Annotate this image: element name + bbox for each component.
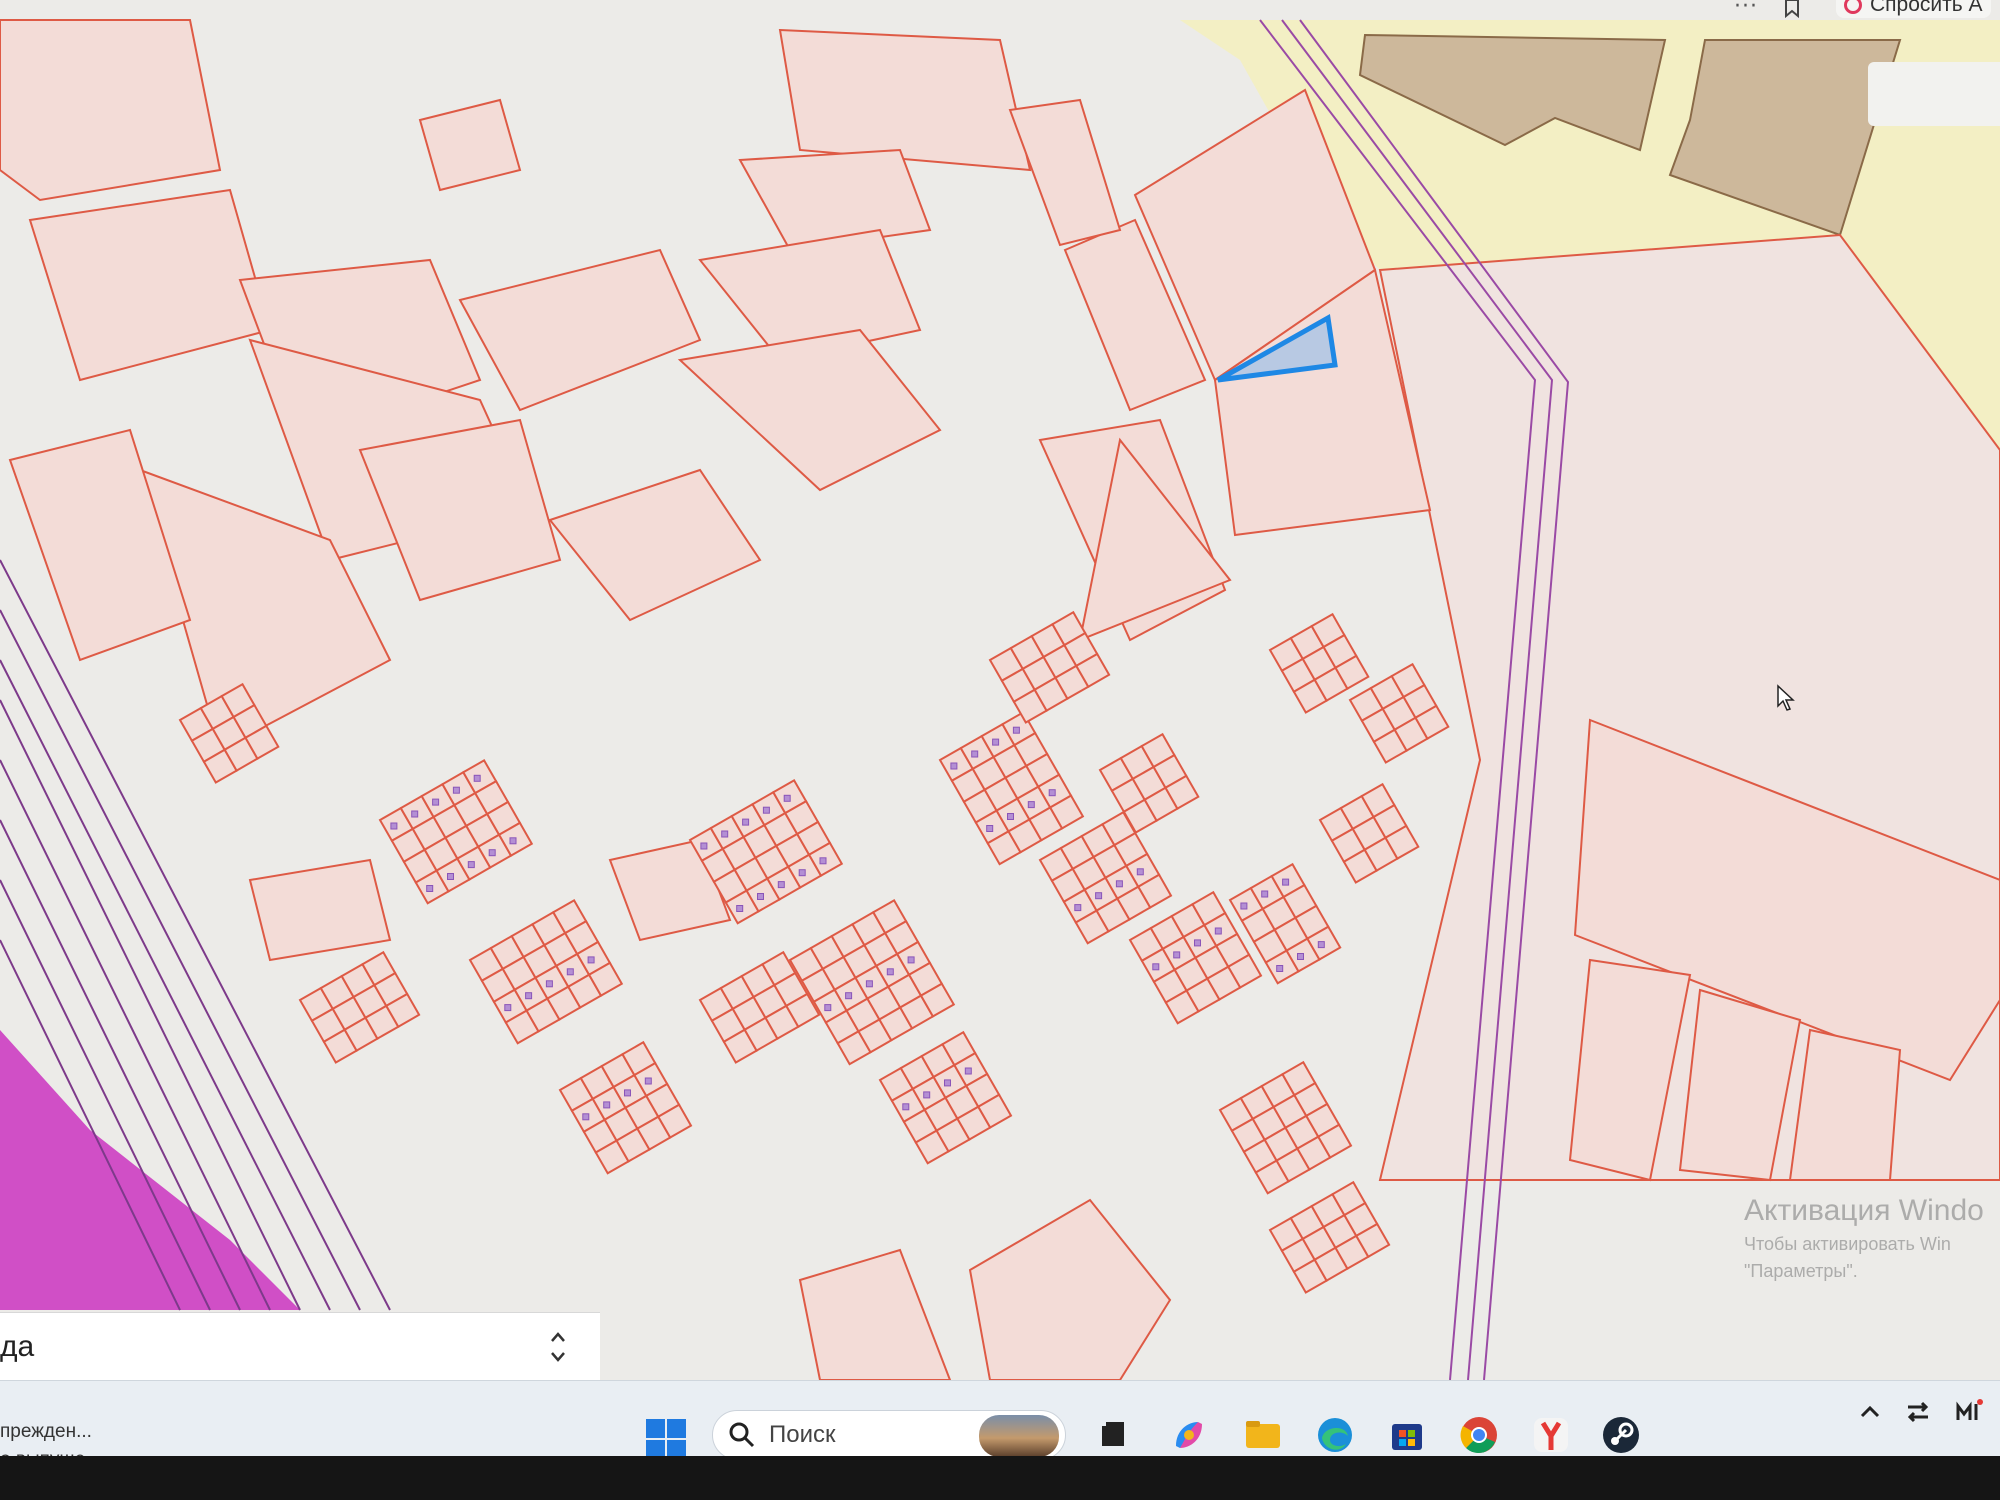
building xyxy=(624,1089,631,1097)
building xyxy=(783,794,791,802)
watermark-line: Чтобы активировать Win xyxy=(1744,1234,1951,1254)
building xyxy=(1317,941,1325,949)
building xyxy=(452,786,460,794)
building xyxy=(1095,892,1103,900)
building xyxy=(545,980,553,988)
task-view-icon[interactable] xyxy=(1090,1412,1136,1458)
yandex-browser-icon[interactable] xyxy=(1528,1412,1574,1458)
building xyxy=(1012,726,1020,734)
search-icon xyxy=(729,1422,755,1448)
cadastral-map[interactable]: ··· Спросить А да Активация Windo Чтобы … xyxy=(0,0,2000,1380)
building xyxy=(757,893,764,900)
steam-icon[interactable] xyxy=(1598,1412,1644,1458)
building xyxy=(1074,904,1082,912)
building xyxy=(819,857,827,865)
building xyxy=(426,885,434,892)
building xyxy=(964,1067,972,1075)
map-canvas[interactable] xyxy=(0,0,2000,1380)
building xyxy=(1136,868,1144,876)
building xyxy=(1261,890,1269,898)
building xyxy=(488,849,496,857)
building xyxy=(390,822,398,830)
building xyxy=(525,992,533,1000)
building xyxy=(1282,878,1290,886)
screen-bezel xyxy=(0,1456,2000,1500)
layer-select-value: да xyxy=(0,1329,35,1363)
search-placeholder: Поиск xyxy=(769,1421,836,1448)
building xyxy=(944,1079,951,1087)
building xyxy=(992,738,1000,746)
building xyxy=(721,830,729,838)
building xyxy=(1048,789,1056,797)
building xyxy=(950,762,958,770)
building xyxy=(907,956,915,964)
alice-icon xyxy=(1844,0,1862,14)
input-indicator-icon[interactable] xyxy=(1952,1396,1984,1428)
building xyxy=(736,905,744,912)
side-panel[interactable] xyxy=(1868,62,2000,126)
building xyxy=(1214,927,1222,935)
building xyxy=(845,992,853,1000)
building xyxy=(432,798,440,806)
building xyxy=(447,873,454,880)
taskbar-search[interactable]: Поиск xyxy=(712,1410,1066,1460)
ask-ai-label: Спросить А xyxy=(1870,0,1983,16)
network-switch-icon[interactable] xyxy=(1902,1396,1934,1428)
ask-ai-button[interactable]: Спросить А xyxy=(1836,0,1991,18)
browser-toolbar: ··· Спросить А xyxy=(0,0,2000,22)
building xyxy=(886,968,894,976)
edge-icon[interactable] xyxy=(1312,1412,1358,1458)
chevron-up-icon[interactable] xyxy=(1854,1396,1886,1428)
building xyxy=(504,1004,512,1012)
chrome-icon[interactable] xyxy=(1456,1412,1502,1458)
windows-start-icon[interactable] xyxy=(645,1418,687,1460)
building xyxy=(777,881,785,889)
building xyxy=(762,806,770,814)
building xyxy=(1007,813,1014,820)
building xyxy=(644,1077,652,1085)
search-highlight-thumbnail[interactable] xyxy=(979,1415,1059,1457)
building xyxy=(467,861,475,869)
railway-zone xyxy=(0,1030,300,1310)
watermark-title: Активация Windo xyxy=(1744,1194,1984,1227)
building xyxy=(1152,963,1160,971)
building xyxy=(411,810,419,818)
building xyxy=(473,774,481,782)
building xyxy=(1297,953,1304,960)
building xyxy=(1194,939,1201,947)
building xyxy=(1276,965,1284,972)
building xyxy=(1240,902,1248,910)
building xyxy=(700,842,708,850)
building xyxy=(971,750,979,758)
building xyxy=(509,837,517,845)
building xyxy=(798,869,806,877)
building xyxy=(566,968,574,976)
select-stepper-icon[interactable] xyxy=(546,1327,570,1367)
more-menu-button[interactable]: ··· xyxy=(1734,0,1758,19)
building xyxy=(1173,951,1181,959)
microsoft-store-icon[interactable] xyxy=(1384,1412,1430,1458)
windows-activation-watermark: Активация Windo Чтобы активировать Win "… xyxy=(1744,1194,1984,1282)
building xyxy=(1027,801,1035,809)
watermark-line: "Параметры". xyxy=(1744,1261,1858,1281)
layer-select[interactable]: да xyxy=(0,1312,600,1380)
building xyxy=(902,1103,910,1111)
building xyxy=(865,980,873,988)
copilot-icon[interactable] xyxy=(1166,1412,1212,1458)
building xyxy=(986,825,994,832)
garden-plots xyxy=(178,610,1450,1294)
file-explorer-icon[interactable] xyxy=(1240,1412,1286,1458)
building xyxy=(603,1101,611,1109)
bookmark-icon[interactable] xyxy=(1782,0,1802,18)
building xyxy=(824,1004,832,1012)
building xyxy=(742,818,750,826)
building xyxy=(582,1113,590,1121)
building xyxy=(1115,880,1123,888)
building xyxy=(587,956,595,964)
building xyxy=(923,1091,931,1099)
notification-line: прежден... xyxy=(0,1421,92,1442)
